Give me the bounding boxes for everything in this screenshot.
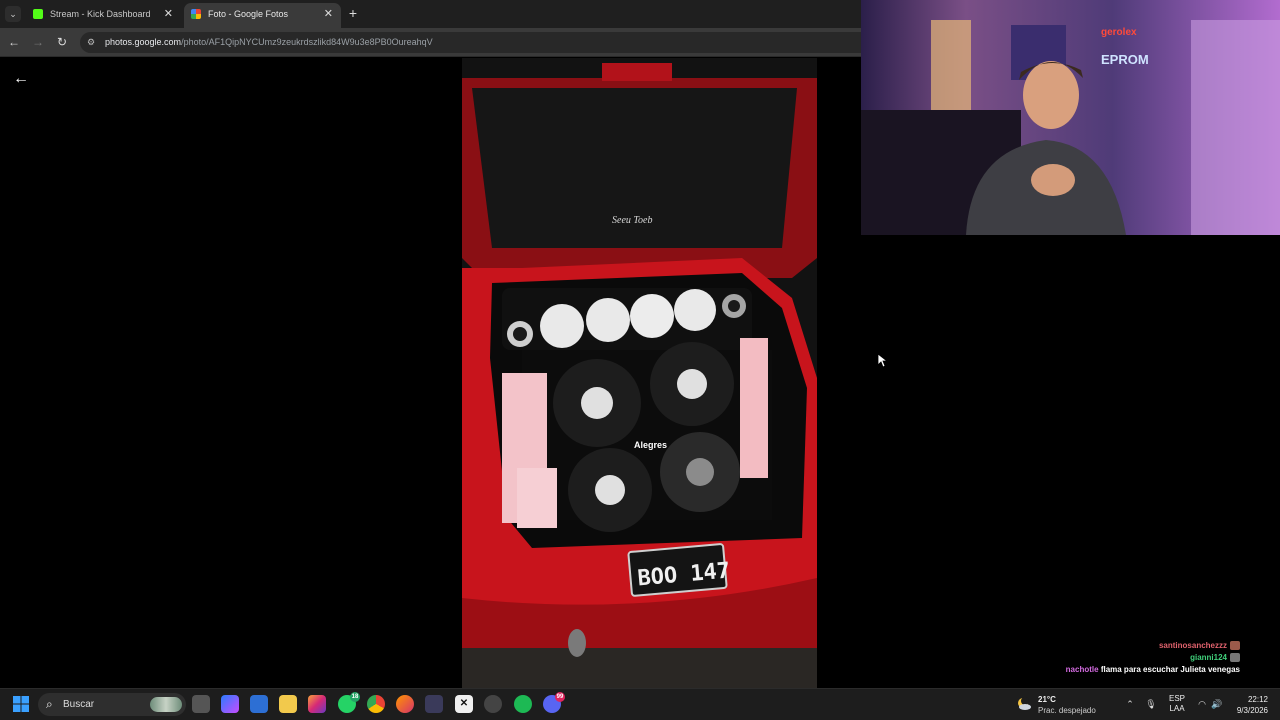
clock-time: 22:12 (1247, 695, 1268, 704)
url-text: photos.google.com/photo/AF1QipNYCUmz9zeu… (105, 37, 433, 47)
webcam-sign-1: gerolex (1101, 27, 1137, 38)
whatsapp-icon[interactable]: 18 (338, 692, 360, 713)
obs-icon[interactable] (425, 695, 443, 713)
tab-search-chevron-icon[interactable]: ⌄ (5, 6, 21, 22)
tab-title: Stream - Kick Dashboard (50, 9, 151, 19)
webcam-sign-2: EPROM (1101, 52, 1149, 67)
tab-kick-dashboard[interactable]: Stream - Kick Dashboard ✕ (26, 3, 181, 28)
google-photos-favicon-icon (191, 9, 201, 19)
chat-message: santinosanchezzz (1000, 640, 1240, 652)
search-highlight-image (150, 697, 182, 712)
tab-google-photos[interactable]: Foto - Google Fotos ✕ (184, 3, 341, 28)
close-tab-icon[interactable]: ✕ (324, 3, 333, 25)
weather-desc: Prac. despejado (1038, 706, 1096, 715)
capcut-icon[interactable]: ✕ (455, 695, 473, 713)
stream-chat-overlay: santinosanchezzz gianni124 nachotle flam… (1000, 640, 1240, 676)
webcam-feed-illustration: gerolex EPROM (861, 0, 1280, 235)
copilot-icon[interactable] (221, 695, 239, 713)
sticker-text: Alegres (634, 440, 667, 450)
weather-widget[interactable]: 21°C Prac. despejado (1016, 693, 1116, 717)
language-indicator[interactable]: ESP LAA (1166, 694, 1188, 714)
svg-text:Seeu Toeb: Seeu Toeb (612, 215, 652, 226)
tab-title: Foto - Google Fotos (208, 9, 289, 19)
chat-message: nachotle flama para escuchar Julieta ven… (1065, 665, 1240, 674)
firefox-icon[interactable] (396, 695, 414, 713)
microphone-icon[interactable]: 🎙 (1145, 695, 1157, 713)
taskbar-search-box[interactable]: ⌕ Buscar (38, 693, 186, 716)
microsoft-store-icon[interactable] (250, 695, 268, 713)
browser-tab-strip: ⌄ Stream - Kick Dashboard ✕ Foto - Googl… (0, 0, 861, 28)
discord-icon[interactable]: 99 (543, 692, 565, 713)
address-bar[interactable]: ⚙ photos.google.com/photo/AF1QipNYCUmz9z… (80, 32, 861, 53)
chrome-icon[interactable] (367, 695, 385, 713)
chat-emote-icon (1230, 653, 1240, 663)
instagram-icon[interactable] (308, 695, 326, 713)
windows-start-icon[interactable] (12, 695, 30, 713)
kick-favicon-icon (33, 9, 43, 19)
search-icon: ⌕ (46, 697, 53, 711)
spotify-icon[interactable] (514, 695, 532, 713)
car-trunk-photo[interactable]: Seeu Toeb Alegres BOO 147 (462, 58, 817, 688)
chat-emote-icon (1230, 641, 1240, 651)
forward-arrow-icon[interactable]: → (30, 34, 46, 50)
moon-cloud-icon (1018, 697, 1031, 710)
viewer-back-arrow-icon[interactable]: ← (12, 70, 30, 88)
windows-taskbar: ⌕ Buscar 18 ✕ 99 21°C Prac. despejado ⌃ … (0, 688, 1280, 720)
wifi-icon[interactable]: ◠ (1196, 695, 1208, 713)
new-tab-button[interactable]: + (346, 5, 360, 21)
show-hidden-icons-chevron-icon[interactable]: ⌃ (1124, 695, 1136, 713)
discord-badge: 99 (555, 692, 565, 702)
volume-icon[interactable]: 🔊 (1211, 695, 1223, 713)
site-info-icon[interactable]: ⚙ (87, 36, 99, 48)
search-placeholder: Buscar (63, 699, 95, 710)
browser-toolbar: ← → ↻ ⚙ photos.google.com/photo/AF1QipNY… (0, 28, 861, 57)
clock-date: 9/3/2026 (1236, 706, 1268, 715)
chat-message: gianni124 (1000, 652, 1240, 664)
webcam-overlay: gerolex EPROM (861, 0, 1280, 235)
mouse-cursor-icon (878, 354, 888, 368)
file-explorer-icon[interactable] (279, 695, 297, 713)
weather-temp: 21°C (1038, 695, 1056, 704)
task-view-icon[interactable] (192, 695, 210, 713)
car-trunk-illustration: Seeu Toeb Alegres BOO 147 (462, 58, 817, 688)
whatsapp-badge: 18 (350, 692, 360, 702)
steam-icon[interactable] (484, 695, 502, 713)
system-clock[interactable]: 22:12 9/3/2026 (1237, 694, 1268, 716)
back-arrow-icon[interactable]: ← (6, 34, 22, 50)
close-tab-icon[interactable]: ✕ (164, 3, 173, 25)
reload-icon[interactable]: ↻ (54, 34, 70, 50)
photo-viewer: ← Seeu Toeb Alegres BOO 147 (0, 58, 888, 688)
